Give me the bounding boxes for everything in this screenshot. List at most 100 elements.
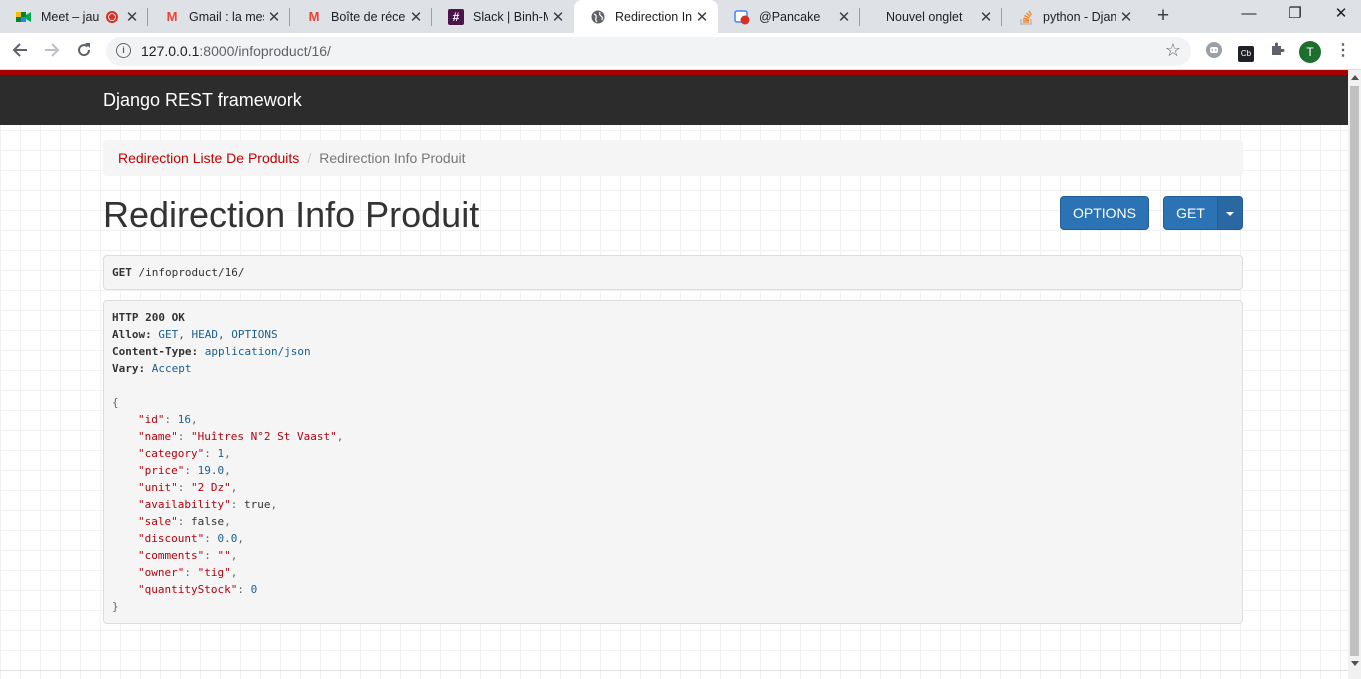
browser-tab[interactable]: # Slack | Binh-M ✕ xyxy=(432,0,574,33)
get-format-dropdown-button[interactable] xyxy=(1217,196,1243,230)
browser-toolbar: i 127.0.0.1:8000/infoproduct/16/ ☆ Cb T … xyxy=(0,33,1361,70)
url-text: 127.0.0.1:8000/infoproduct/16/ xyxy=(141,43,331,59)
close-tab-icon[interactable]: ✕ xyxy=(406,8,426,26)
meet-icon xyxy=(16,9,32,25)
restore-icon[interactable]: ❐ xyxy=(1272,0,1318,33)
extensions-puzzle-icon[interactable] xyxy=(1268,41,1288,61)
menu-kebab-icon[interactable]: ⋮ xyxy=(1333,41,1353,61)
header-name: Vary: xyxy=(112,362,146,375)
header-value: GET, HEAD, OPTIONS xyxy=(158,328,278,341)
url-host: 127.0.0.1 xyxy=(141,43,200,59)
json-field-row: "id": 16, xyxy=(138,413,198,426)
json-key: "price" xyxy=(138,464,185,477)
gmail-icon: M xyxy=(308,9,320,24)
breadcrumb-divider: / xyxy=(307,150,312,166)
browser-tab[interactable]: Nouvel onglet ✕ xyxy=(860,0,1002,33)
bookmark-star-icon[interactable]: ☆ xyxy=(1165,40,1181,61)
globe-icon xyxy=(590,9,606,25)
close-window-icon[interactable]: ✕ xyxy=(1318,0,1361,33)
json-value: 19.0 xyxy=(197,464,225,477)
browser-tab-active[interactable]: Redirection Inf ✕ xyxy=(574,0,718,33)
browser-tab[interactable]: M Boîte de récep ✕ xyxy=(290,0,432,33)
json-key: "name" xyxy=(138,430,178,443)
tab-title: Redirection Inf xyxy=(615,9,692,24)
tab-strip: Meet – jau ✕ M Gmail : la mess ✕ M Boîte… xyxy=(0,0,1361,33)
scrollbar-thumb[interactable] xyxy=(1350,86,1359,656)
json-value: 0.0 xyxy=(217,532,238,545)
url-path: :8000/infoproduct/16/ xyxy=(199,43,331,59)
json-body: "id": 16, "name": "Huîtres N°2 St Vaast",… xyxy=(112,412,1234,599)
header-value: application/json xyxy=(204,345,311,358)
json-field-row: "unit": "2 Dz", xyxy=(138,481,238,494)
browser-tab[interactable]: python - Djang ✕ xyxy=(1002,0,1142,33)
stackoverflow-icon xyxy=(1018,9,1034,25)
json-field-row: "price": 19.0, xyxy=(138,464,231,477)
json-key: "comments" xyxy=(138,549,205,562)
request-path: /infoproduct/16/ xyxy=(138,266,245,279)
new-tab-icon[interactable]: + xyxy=(1152,4,1174,28)
json-value: "" xyxy=(217,549,231,562)
close-tab-icon[interactable]: ✕ xyxy=(834,8,854,26)
minimize-icon[interactable]: — xyxy=(1226,0,1272,33)
page-viewport: Django REST framework Redirection Liste … xyxy=(0,70,1348,679)
json-key: "owner" xyxy=(138,566,185,579)
back-icon[interactable] xyxy=(8,40,32,64)
tab-title: Nouvel onglet xyxy=(886,9,963,24)
divider xyxy=(0,670,1348,671)
json-value: true xyxy=(243,498,271,511)
tab-title: Meet – jau xyxy=(41,9,100,24)
json-value: 16 xyxy=(177,413,191,426)
page-scrollbar[interactable] xyxy=(1348,70,1361,679)
close-tab-icon[interactable]: ✕ xyxy=(976,8,996,26)
json-field-row: "quantityStock": 0 xyxy=(138,583,258,596)
close-tab-icon[interactable]: ✕ xyxy=(122,8,142,26)
json-close-brace: } xyxy=(112,600,119,613)
browser-tab[interactable]: Meet – jau ✕ xyxy=(0,0,148,33)
scroll-up-arrow-icon[interactable] xyxy=(1351,75,1359,80)
json-field-row: "sale": false, xyxy=(138,515,231,528)
json-key: "unit" xyxy=(138,481,178,494)
close-tab-icon[interactable]: ✕ xyxy=(1116,8,1136,26)
breadcrumb: Redirection Liste De Produits / Redirectio… xyxy=(103,140,1243,176)
tab-title: @Pancake xyxy=(759,9,821,24)
json-value: "tig" xyxy=(197,566,231,579)
scroll-down-arrow-icon[interactable] xyxy=(1351,661,1359,666)
json-field-row: "category": 1, xyxy=(138,447,231,460)
close-tab-icon[interactable]: ✕ xyxy=(264,8,284,26)
json-value: "Huîtres N°2 St Vaast" xyxy=(191,430,337,443)
profile-avatar[interactable]: T xyxy=(1299,41,1321,63)
brand-link[interactable]: Django REST framework xyxy=(103,90,302,111)
extension-cb-icon[interactable]: Cb xyxy=(1236,41,1256,62)
browser-tab[interactable]: @Pancake ✕ xyxy=(718,0,860,33)
forward-icon[interactable] xyxy=(40,40,64,64)
json-value: 0 xyxy=(250,583,258,596)
browser-tab[interactable]: M Gmail : la mess ✕ xyxy=(148,0,290,33)
request-method: GET xyxy=(112,266,132,279)
reload-icon[interactable] xyxy=(72,40,96,64)
caret-down-icon xyxy=(1226,212,1234,217)
json-key: "sale" xyxy=(138,515,178,528)
tab-title: Slack | Binh-M xyxy=(473,9,548,24)
breadcrumb-link-parent[interactable]: Redirection Liste De Produits xyxy=(118,150,299,166)
gmail-icon: M xyxy=(166,9,178,24)
json-field-row: "comments": "", xyxy=(138,549,238,562)
address-bar[interactable]: i 127.0.0.1:8000/infoproduct/16/ ☆ xyxy=(106,37,1191,66)
json-value: false xyxy=(191,515,225,528)
breadcrumb-current: Redirection Info Produit xyxy=(319,150,466,166)
header-name: Content-Type: xyxy=(112,345,199,358)
json-value: "2 Dz" xyxy=(191,481,231,494)
response-info: HTTP 200 OK Allow: GET, HEAD, OPTIONS Co… xyxy=(103,300,1243,624)
json-key: "availability" xyxy=(138,498,231,511)
discord-icon[interactable] xyxy=(1204,41,1224,61)
header-value: Accept xyxy=(151,362,192,375)
json-field-row: "availability": true, xyxy=(138,498,278,511)
request-info: GET /infoproduct/16/ xyxy=(103,255,1243,290)
close-tab-icon[interactable]: ✕ xyxy=(692,8,712,26)
options-button[interactable]: OPTIONS xyxy=(1060,196,1149,230)
json-open-brace: { xyxy=(112,396,119,409)
site-info-icon[interactable]: i xyxy=(116,43,131,58)
close-tab-icon[interactable]: ✕ xyxy=(548,8,568,26)
json-key: "category" xyxy=(138,447,205,460)
recording-icon xyxy=(106,10,118,23)
get-button[interactable]: GET xyxy=(1163,196,1218,230)
